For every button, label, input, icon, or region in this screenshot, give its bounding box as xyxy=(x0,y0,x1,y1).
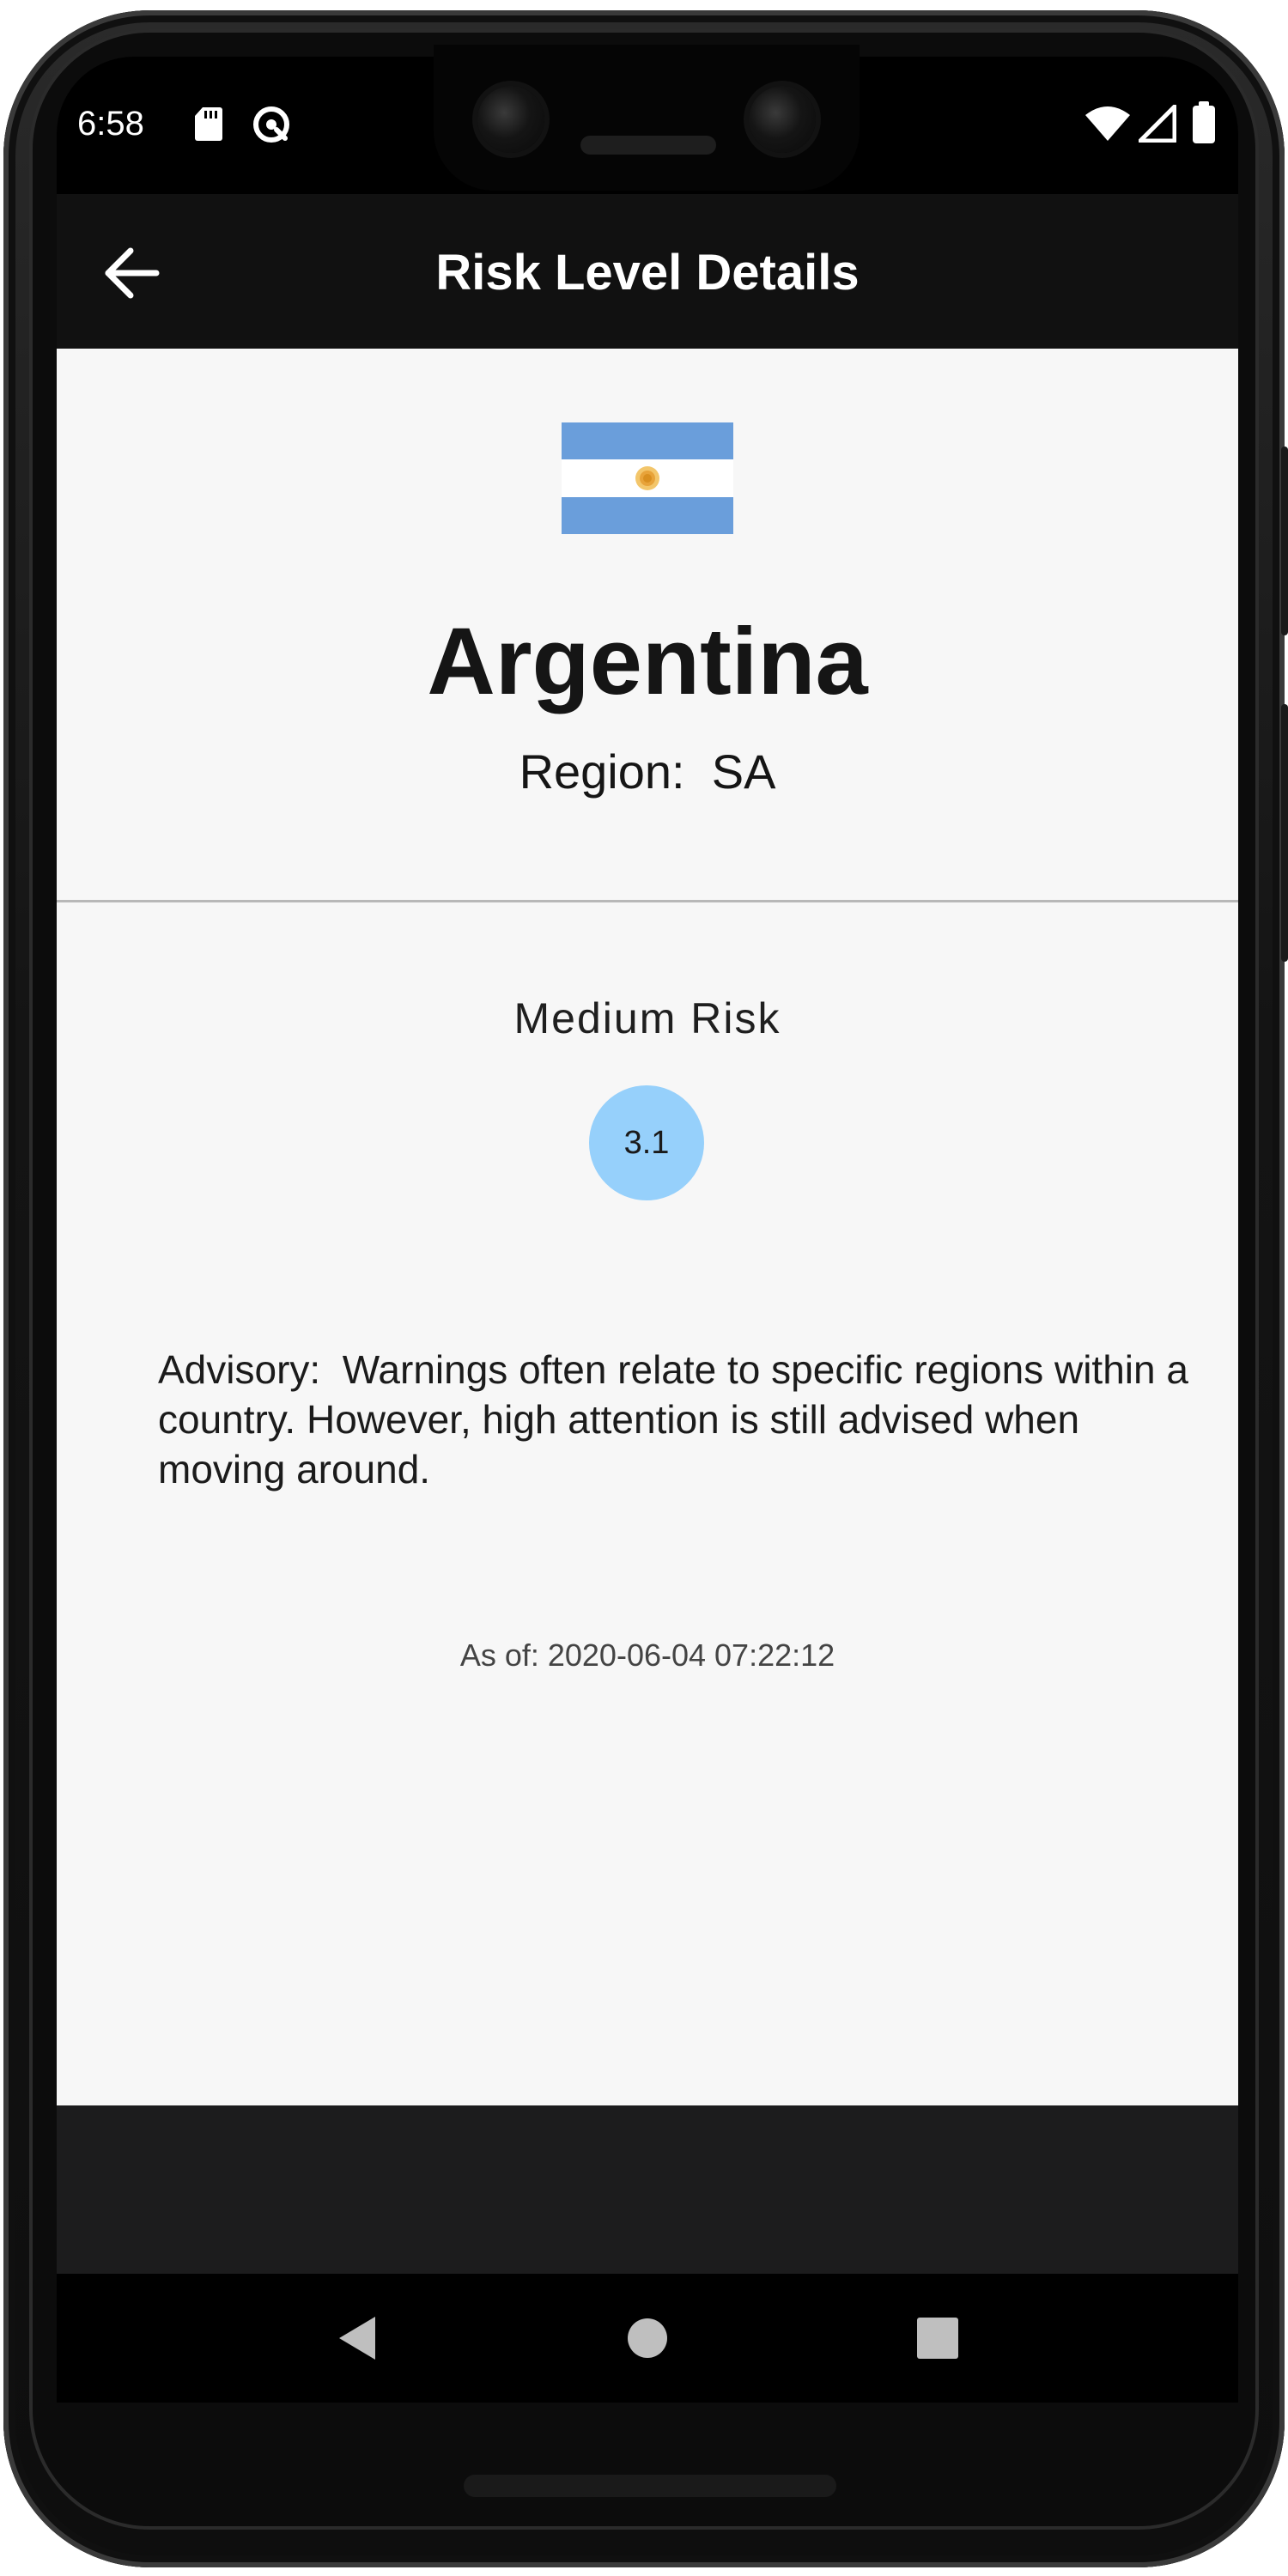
risk-score-value: 3.1 xyxy=(623,1124,670,1161)
power-button xyxy=(1281,447,1288,635)
risk-score-badge: 3.1 xyxy=(589,1085,704,1200)
wifi-icon xyxy=(1084,105,1132,147)
data-saver-icon xyxy=(251,104,292,149)
battery-icon xyxy=(1192,101,1216,149)
nav-back-button[interactable] xyxy=(306,2274,409,2403)
as-of-timestamp: As of: 2020-06-04 07:22:12 xyxy=(459,1637,835,1673)
flag-middle-stripe xyxy=(562,459,733,497)
section-divider xyxy=(57,900,1238,902)
back-triangle-icon xyxy=(339,2317,375,2360)
risk-level-label: Medium Risk xyxy=(513,994,781,1042)
flag-bottom-stripe xyxy=(562,496,733,534)
bottom-speaker xyxy=(464,2475,836,2497)
argentina-flag xyxy=(562,422,733,534)
risk-details-content: Argentina Region: SA Medium Risk 3.1 Adv… xyxy=(57,349,1238,2105)
country-name: Argentina xyxy=(427,609,868,714)
advisory-text: Advisory: Warnings often relate to speci… xyxy=(158,1347,1200,1492)
region-label: Region: SA xyxy=(519,744,776,799)
earpiece-speaker xyxy=(580,136,716,155)
recents-square-icon xyxy=(917,2318,958,2359)
status-time: 6:58 xyxy=(77,105,144,143)
nav-home-button[interactable] xyxy=(596,2274,699,2403)
bottom-bar xyxy=(57,2105,1238,2274)
sd-card-icon xyxy=(194,106,223,146)
volume-button xyxy=(1281,704,1288,962)
system-nav-bar xyxy=(57,2274,1238,2403)
front-sensor xyxy=(749,86,816,153)
page-title: Risk Level Details xyxy=(435,245,860,301)
phone-frame: 6:58 Risk Level Details Argentina Region… xyxy=(0,0,1288,2576)
front-camera xyxy=(477,86,544,153)
nav-recents-button[interactable] xyxy=(886,2274,989,2403)
signal-icon xyxy=(1138,104,1177,147)
flag-top-stripe xyxy=(562,422,733,460)
home-circle-icon xyxy=(628,2318,667,2358)
sun-of-may-icon xyxy=(635,466,659,491)
app-bar: Risk Level Details xyxy=(57,194,1238,349)
